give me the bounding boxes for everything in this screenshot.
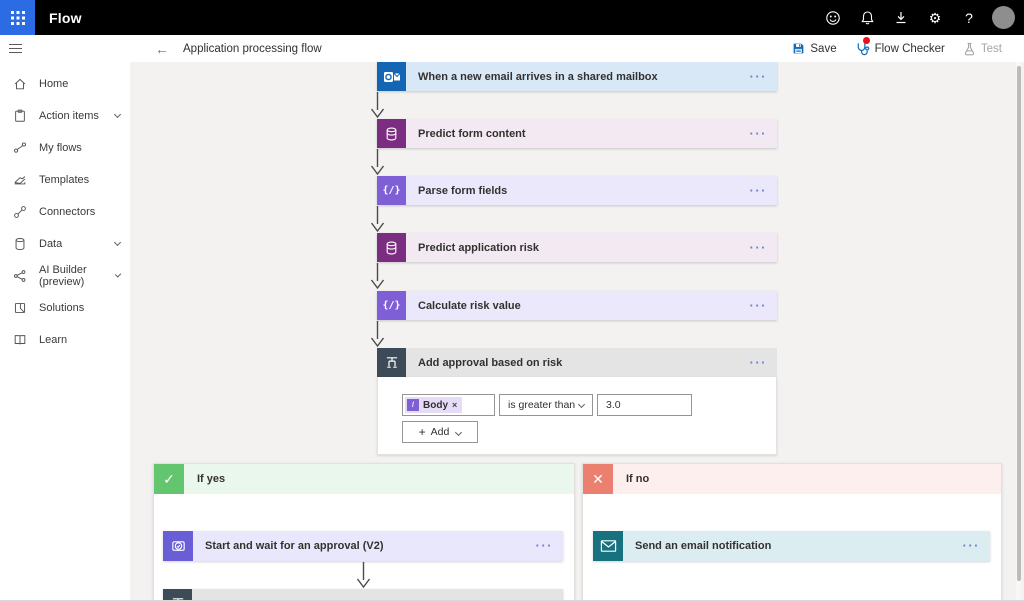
braces-icon: {/} [377, 291, 406, 320]
ai-database-icon [377, 119, 406, 148]
sidebar-item-ai-builder[interactable]: AI Builder (preview) [0, 260, 130, 292]
chevron-down-icon [114, 111, 121, 118]
waffle-grid-icon [11, 11, 25, 25]
approval-icon [163, 531, 193, 561]
sidebar-item-connectors[interactable]: Connectors [0, 196, 130, 228]
clipboard-icon [13, 109, 28, 124]
chevron-down-icon [455, 428, 462, 435]
envelope-icon [593, 531, 623, 561]
chip-remove-icon[interactable]: × [452, 400, 457, 410]
step-send-email-notification[interactable]: Send an email notification ··· [593, 531, 990, 561]
app-window: Flow [0, 0, 1024, 601]
step-title: Calculate risk value [418, 300, 521, 312]
user-avatar[interactable] [992, 6, 1015, 29]
condition-value-input[interactable]: 3.0 [597, 394, 692, 416]
sidebar-item-data[interactable]: Data [0, 228, 130, 260]
chevron-down-icon [578, 400, 585, 407]
toolbar-actions: Save Flow Checker Test [792, 41, 1024, 56]
connector-arrow [370, 92, 385, 118]
sidebar-item-learn[interactable]: Learn [0, 324, 130, 356]
sidebar-item-templates[interactable]: Templates [0, 164, 130, 196]
templates-icon [13, 173, 28, 188]
step-title: Send an email notification [635, 540, 771, 552]
designer-toolbar: ← Application processing flow Save [0, 35, 1024, 62]
step-calculate-risk-value[interactable]: {/} Calculate risk value ··· [377, 291, 777, 320]
expression-icon: / [407, 399, 419, 411]
flow-canvas[interactable]: When a new email arrives in a shared mai… [130, 62, 1024, 601]
condition-header[interactable]: Add approval based on risk ··· [377, 348, 777, 377]
condition-icon [377, 348, 406, 377]
step-title: Start and wait for an approval (V2) [205, 540, 383, 552]
step-when-new-email-arrives[interactable]: When a new email arrives in a shared mai… [377, 62, 777, 91]
branch-label: If yes [197, 473, 225, 485]
app-title: Flow [49, 10, 82, 26]
add-condition-button[interactable]: + Add [402, 421, 478, 443]
sidebar-toggle-icon[interactable] [0, 35, 30, 62]
step-title: Parse form fields [418, 185, 507, 197]
help-icon[interactable]: ? [952, 0, 986, 35]
value-text: 3.0 [606, 399, 621, 411]
condition-title: Add approval based on risk [418, 357, 562, 369]
chip-label: Body [423, 400, 448, 411]
connector-arrow [356, 562, 371, 588]
top-app-bar: Flow [0, 0, 1024, 35]
dynamic-content-chip[interactable]: / Body × [405, 397, 462, 413]
connector-arrow [370, 206, 385, 232]
flow-name-title: Application processing flow [183, 43, 322, 55]
branch-label: If no [626, 473, 649, 485]
condition-operand-field[interactable]: / Body × [402, 394, 495, 416]
scrollbar-thumb[interactable] [1017, 66, 1021, 581]
operator-value: is greater than [508, 399, 575, 411]
step-parse-form-fields[interactable]: {/} Parse form fields ··· [377, 176, 777, 205]
home-icon [13, 77, 28, 92]
check-icon: ✓ [154, 464, 184, 494]
condition-icon [163, 589, 192, 601]
download-icon[interactable] [884, 0, 918, 35]
feedback-smiley-icon[interactable] [816, 0, 850, 35]
condition-body: / Body × is greater than 3.0 + Add [377, 377, 777, 455]
step-title: When a new email arrives in a shared mai… [418, 71, 658, 83]
flow-icon [13, 141, 28, 156]
step-partially-visible[interactable] [163, 589, 563, 601]
ai-builder-icon [13, 269, 28, 284]
save-button[interactable]: Save [792, 42, 836, 55]
topbar-actions: ⚙ ? [816, 0, 1024, 35]
step-start-and-wait-approval[interactable]: Start and wait for an approval (V2) ··· [163, 531, 563, 561]
sidebar-item-home[interactable]: Home [0, 68, 130, 100]
connector-arrow [370, 149, 385, 175]
book-icon [13, 333, 28, 348]
connector-arrow [370, 263, 385, 289]
flow-checker-badge [863, 37, 870, 44]
connectors-icon [13, 205, 28, 220]
connector-arrow [370, 321, 385, 347]
braces-icon: {/} [377, 176, 406, 205]
database-icon [13, 237, 28, 252]
solutions-icon [13, 301, 28, 316]
step-title: Predict application risk [418, 242, 539, 254]
ai-database-icon [377, 233, 406, 262]
test-flask-icon [963, 42, 976, 56]
sidebar-item-my-flows[interactable]: My flows [0, 132, 130, 164]
step-title: Predict form content [418, 128, 526, 140]
notifications-bell-icon[interactable] [850, 0, 884, 35]
if-no-header[interactable]: ✕ If no [583, 464, 1001, 494]
back-button[interactable]: ← [155, 42, 169, 56]
step-predict-form-content[interactable]: Predict form content ··· [377, 119, 777, 148]
step-predict-application-risk[interactable]: Predict application risk ··· [377, 233, 777, 262]
sidebar-item-solutions[interactable]: Solutions [0, 292, 130, 324]
chevron-down-icon [114, 239, 121, 246]
settings-gear-icon[interactable]: ⚙ [918, 0, 952, 35]
save-floppy-icon [792, 42, 805, 55]
sidebar-item-action-items[interactable]: Action items [0, 100, 130, 132]
cross-icon: ✕ [583, 464, 613, 494]
condition-operator-select[interactable]: is greater than [499, 394, 593, 416]
left-navigation: Home Action items My flows Templates [0, 62, 130, 601]
flow-checker-button[interactable]: Flow Checker [855, 41, 945, 56]
test-button[interactable]: Test [963, 42, 1002, 56]
outlook-icon [377, 62, 406, 91]
vertical-scrollbar[interactable] [1016, 62, 1021, 601]
app-launcher-icon[interactable] [0, 0, 35, 35]
if-yes-header[interactable]: ✓ If yes [154, 464, 574, 494]
